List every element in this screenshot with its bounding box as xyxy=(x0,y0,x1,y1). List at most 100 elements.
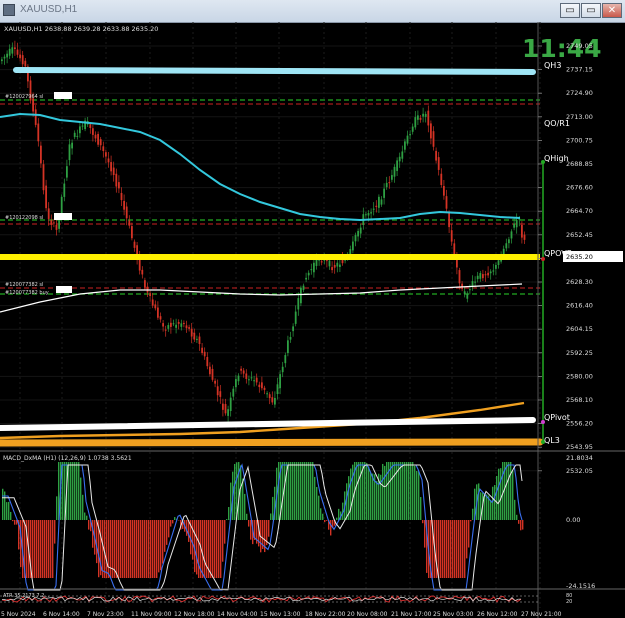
price-tick-label: 2749.05 xyxy=(566,42,593,50)
macd-bar xyxy=(244,493,246,520)
candle-body xyxy=(240,368,242,371)
macd-bar xyxy=(440,520,442,578)
candle-body xyxy=(365,214,367,216)
qh3-level-line[interactable] xyxy=(13,67,536,75)
macd-bar xyxy=(156,520,158,578)
macd-bar xyxy=(382,463,384,520)
macd-bar xyxy=(290,462,292,520)
candle-body xyxy=(274,397,276,405)
time-tick-label: 18 Nov 22:00 xyxy=(305,611,346,618)
macd-bar xyxy=(300,462,302,520)
candle-body xyxy=(367,213,370,216)
macd-bar xyxy=(444,520,446,578)
candle-body xyxy=(448,212,450,228)
candle-body xyxy=(170,322,172,327)
candle-body xyxy=(120,192,123,201)
candle-body xyxy=(206,357,209,367)
candle-body xyxy=(383,188,385,198)
price-chart-area[interactable]: XAUUSD,H1 2638.88 2639.28 2633.88 2635.2… xyxy=(0,22,625,618)
macd-bar xyxy=(246,513,248,520)
macd-bar xyxy=(520,520,522,531)
candle-body xyxy=(97,133,99,145)
candle-body xyxy=(523,234,526,240)
candle-body xyxy=(427,110,430,126)
price-tick-label: 2688.85 xyxy=(566,160,593,168)
candle-body xyxy=(71,142,73,149)
price-tick-label: 2713.00 xyxy=(566,113,593,121)
macd-bar xyxy=(56,496,58,520)
macd-bar xyxy=(166,520,168,545)
price-tick-label: 2604.15 xyxy=(566,325,593,333)
macd-bar xyxy=(288,462,290,520)
candle-body xyxy=(141,269,144,275)
macd-bar xyxy=(134,520,136,578)
candle-body xyxy=(32,98,34,112)
window-title: XAUUSD,H1 xyxy=(20,4,78,15)
candle-body xyxy=(73,132,76,138)
candle-body xyxy=(242,370,245,374)
candle-body xyxy=(144,280,146,288)
qpivot-level-line[interactable] xyxy=(0,417,536,431)
candle-body xyxy=(339,264,341,268)
candle-body xyxy=(154,304,157,309)
candle-body xyxy=(115,173,118,187)
macd-bar xyxy=(384,465,386,520)
price-tick-label: 2580.00 xyxy=(566,372,593,380)
macd-bar xyxy=(196,520,198,575)
candle-body xyxy=(313,262,315,273)
macd-bar xyxy=(70,462,72,520)
candle-body xyxy=(24,60,27,67)
macd-bar xyxy=(394,462,396,520)
lower-indicator-label: ATR 35.2173 7.2... xyxy=(3,593,50,599)
macd-bar xyxy=(272,496,274,520)
maximize-button[interactable]: ▭ xyxy=(581,3,601,18)
macd-bar xyxy=(204,520,206,578)
price-tick-label: 2628.30 xyxy=(566,278,593,286)
macd-bar xyxy=(416,471,418,520)
candle-body xyxy=(11,47,14,54)
order-tag[interactable] xyxy=(54,92,72,99)
candle-body xyxy=(276,384,279,395)
candle-body xyxy=(214,380,216,384)
macd-bar xyxy=(84,512,86,520)
macd-bar xyxy=(336,517,338,520)
ql3-level-line[interactable] xyxy=(0,438,544,447)
macd-bar xyxy=(52,520,54,578)
candle-body xyxy=(1,59,3,62)
candle-body xyxy=(396,160,398,171)
candle-body xyxy=(417,115,419,120)
macd-bar xyxy=(438,520,440,578)
macd-bar xyxy=(338,508,340,520)
candle-body xyxy=(521,224,523,238)
title-bar[interactable]: XAUUSD,H1 ▭ ▭ ✕ xyxy=(0,0,625,23)
candle-body xyxy=(445,196,448,209)
close-button[interactable]: ✕ xyxy=(602,3,622,18)
macd-bar xyxy=(490,500,492,520)
macd-bar xyxy=(506,462,508,520)
candle-body xyxy=(19,54,21,59)
order-tag[interactable] xyxy=(56,286,72,293)
candle-body xyxy=(133,241,136,248)
candle-body xyxy=(515,220,518,228)
price-tick-label: 2543.95 xyxy=(566,443,593,451)
order-tag[interactable] xyxy=(54,213,72,220)
candle-body xyxy=(201,347,203,354)
macd-bar xyxy=(390,462,392,520)
price-tick-label: 2592.25 xyxy=(566,349,593,357)
macd-bar xyxy=(118,520,120,578)
candle-body xyxy=(40,145,42,164)
minimize-button[interactable]: ▭ xyxy=(560,3,580,18)
macd-bar xyxy=(470,520,472,522)
candle-body xyxy=(284,355,287,364)
candle-body xyxy=(37,123,40,142)
candle-body xyxy=(359,227,362,234)
candle-body xyxy=(302,285,305,290)
candle-body xyxy=(42,164,45,191)
macd-bar xyxy=(352,464,354,520)
moving-average-cyan xyxy=(0,112,521,222)
candle-body xyxy=(401,151,404,159)
candle-body xyxy=(453,243,456,255)
macd-bar xyxy=(142,520,144,578)
price-tick-label: 2568.10 xyxy=(566,396,593,404)
current-price-label: 2635.20 xyxy=(566,253,593,261)
